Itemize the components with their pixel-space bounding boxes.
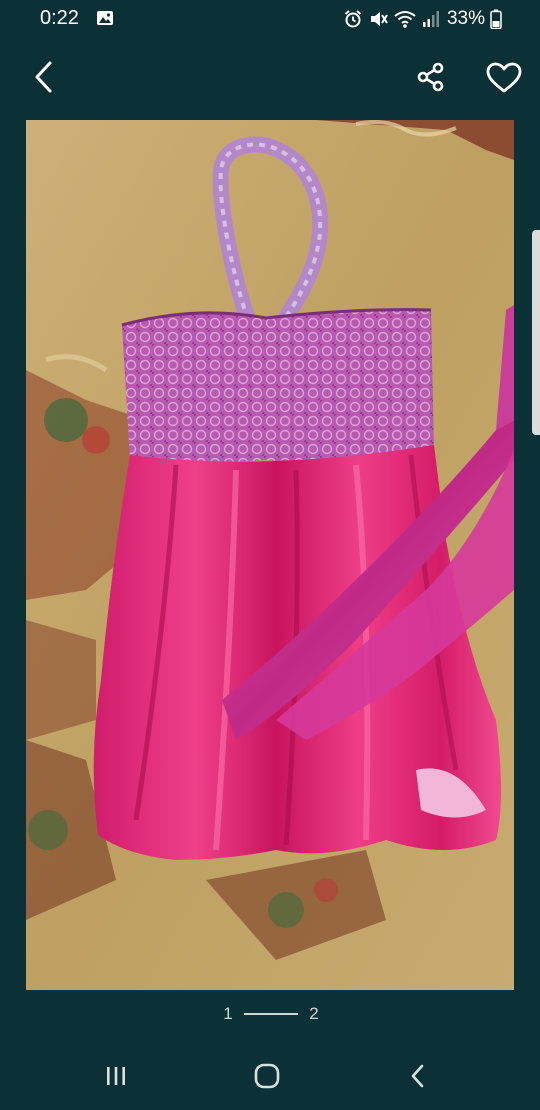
recents-button[interactable]	[94, 1062, 138, 1094]
back-button[interactable]	[22, 58, 64, 100]
pager-divider	[244, 1013, 298, 1015]
mute-icon	[368, 9, 388, 29]
share-icon	[415, 61, 447, 98]
pager-total: 2	[309, 1004, 319, 1023]
status-bar: 0:22 33%	[0, 0, 540, 40]
favorite-button[interactable]	[482, 58, 526, 102]
status-icons: 33%	[343, 6, 502, 32]
signal-icon	[422, 10, 440, 28]
battery-percent: 33%	[446, 8, 485, 29]
battery-icon	[490, 9, 502, 29]
status-time: 0:22	[40, 7, 79, 29]
image-pager: 1 2	[0, 1000, 540, 1028]
next-image-peek[interactable]	[532, 230, 540, 435]
navigation-bar	[0, 1050, 540, 1110]
recents-icon	[104, 1064, 128, 1093]
share-button[interactable]	[410, 58, 452, 100]
product-photo[interactable]	[26, 120, 514, 990]
alarm-icon	[343, 9, 363, 29]
system-back-button[interactable]	[396, 1062, 440, 1094]
app-bar	[0, 40, 540, 120]
back-icon	[408, 1063, 428, 1094]
wifi-icon	[393, 9, 417, 29]
pink-dress-illustration	[26, 120, 514, 990]
home-icon	[254, 1063, 280, 1094]
chevron-left-icon	[32, 60, 54, 99]
heart-outline-icon	[486, 62, 522, 99]
pager-current: 1	[223, 1004, 233, 1023]
home-button[interactable]	[245, 1062, 289, 1094]
gallery-icon	[96, 10, 114, 26]
